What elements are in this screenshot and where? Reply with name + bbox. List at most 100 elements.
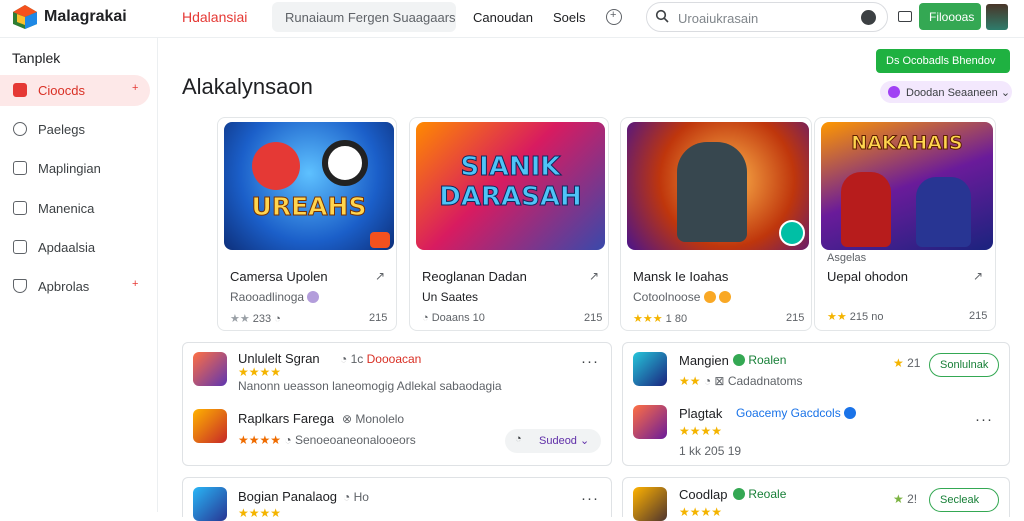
edit-icon <box>13 201 27 215</box>
search-icon <box>655 9 669 23</box>
nav-link-canoudan[interactable]: Canoudan <box>473 10 533 25</box>
more-options-icon[interactable]: ··· <box>975 411 993 428</box>
score-badge: ★ 2! <box>893 492 918 506</box>
top-bar: Malagrakai Hdalansiai Runaiaum Fergen Su… <box>0 0 1024 38</box>
tag-icon <box>13 122 27 136</box>
card-rating: ★★ 215 no <box>827 311 884 323</box>
app-icon <box>633 352 667 386</box>
warrior-art <box>677 142 747 242</box>
chevron-down-icon: ⌄ <box>1000 87 1011 99</box>
list-item-rating: ★★★★ <box>679 424 723 438</box>
card-title: Mansk Ie Ioahas <box>633 269 729 284</box>
app-list-panel: Mangien Roalen ★★ ◔ ⊠ Cadadnatoms ★ 21 S… <box>622 342 1010 466</box>
thumbnail-title: NAKAHAIS <box>851 132 963 155</box>
sidebar-item-label: Cioocds <box>38 83 85 98</box>
primary-action-button[interactable]: Ds Ocobadls Bhendov <box>876 49 1010 73</box>
app-brand-name: Malagrakai <box>44 8 127 25</box>
action-button[interactable]: Secleak <box>929 488 999 512</box>
card-rating: ★★★ 1 80 <box>633 313 688 325</box>
badge-icon <box>370 232 390 248</box>
install-button[interactable]: Filoooas <box>919 3 981 30</box>
list-item-title[interactable]: Plagtak <box>679 406 722 421</box>
apps-icon <box>13 161 27 175</box>
filter-icon <box>888 86 900 98</box>
list-item-title[interactable]: Mangien <box>679 353 729 368</box>
list-item-description: 1 kk 205 19 <box>679 444 742 458</box>
creature-art <box>252 142 300 190</box>
card-rating: ◔ Doaans 10 <box>422 312 485 324</box>
app-icon <box>633 487 667 521</box>
app-list-panel: Unlulelt Sgran ◔ 1c Doooacan ★★★★ Nanonn… <box>182 342 612 466</box>
add-circle-icon[interactable]: + <box>606 9 622 25</box>
cast-icon[interactable] <box>898 11 912 22</box>
filter-dropdown[interactable]: Doodan Seaaneen ⌄ <box>880 81 1012 103</box>
header-tag[interactable]: Hdalansiai <box>182 9 247 25</box>
list-item-rating: ★★ ◔ ⊠ Cadadnatoms <box>679 374 803 388</box>
list-item-title[interactable]: Unlulelt Sgran <box>238 351 320 366</box>
sidebar-item-label: Maplingian <box>38 161 101 176</box>
chat-icon: ◔ <box>515 433 522 445</box>
app-icon <box>633 405 667 439</box>
card-subtitle: Raooadlinoga <box>230 290 320 304</box>
arrow-icon[interactable]: ↗ <box>589 269 599 283</box>
list-item-title[interactable]: Coodlap <box>679 487 727 502</box>
list-item-note: Goacemy Gacdcols <box>736 406 857 420</box>
more-options-icon[interactable]: ··· <box>581 353 599 370</box>
sidebar-item-label: Paelegs <box>38 122 85 137</box>
game-thumbnail: NAKAHAIS <box>821 122 993 250</box>
card-rating: ★★ 233 ◔ <box>230 313 281 325</box>
header-search-chip[interactable]: Runaiaum Fergen Suaagaars <box>272 2 456 32</box>
card-size: 215 <box>369 312 388 324</box>
card-size: 215 <box>584 312 603 324</box>
search-box[interactable]: Uroaiukrasain <box>646 2 888 32</box>
search-placeholder: Uroaiukrasain <box>678 11 759 26</box>
sidebar-item-apdaalsia[interactable]: Apdaalsia <box>0 232 150 263</box>
sidebar-item-mark: + <box>132 82 139 94</box>
chip-button[interactable]: ◔ Sudeod ⌄ <box>505 429 601 453</box>
card-title: Camersa Upolen <box>230 269 328 284</box>
list-item-note: Reoale <box>733 487 786 501</box>
sidebar-item-maplingian[interactable]: Maplingian <box>0 153 150 184</box>
hero-art <box>916 177 971 247</box>
thumbnail-title: SIANIK DARASAH <box>439 152 582 213</box>
avatar[interactable] <box>986 4 1008 30</box>
voice-search-icon[interactable] <box>861 10 876 25</box>
featured-card[interactable]: UREAHS Camersa Upolen ↗ Raooadlinoga ★★ … <box>217 117 397 331</box>
arrow-icon[interactable]: ↗ <box>973 269 983 283</box>
list-item-title[interactable]: Raplkars Farega <box>238 411 334 426</box>
sidebar-item-label: Manenica <box>38 201 95 216</box>
card-size: 215 <box>969 310 988 322</box>
app-logo-icon <box>13 5 37 29</box>
list-item-rating: ★★★★ <box>238 365 282 379</box>
list-item-description: Nanonn ueasson laneomogig Adlekal sabaod… <box>238 379 502 393</box>
sidebar-item-cioocds[interactable]: Cioocds + <box>0 75 150 106</box>
list-item-note: Roalen <box>733 353 786 367</box>
featured-card[interactable]: Mansk Ie Ioahas Cotoolnoose ★★★ 1 80 215 <box>620 117 812 331</box>
list-item-note: ⊗ Monolelo <box>342 412 405 426</box>
nav-link-soels[interactable]: Soels <box>553 10 586 25</box>
more-options-icon[interactable]: ··· <box>581 490 599 507</box>
card-title: Reoglanan Dadan <box>422 269 527 284</box>
featured-card[interactable]: SIANIK DARASAH Reoglanan Dadan ↗ Un Saat… <box>409 117 609 331</box>
sidebar-item-paelegs[interactable]: Paelegs <box>0 114 150 145</box>
action-button[interactable]: Sonlulnak <box>929 353 999 377</box>
sidebar-item-manenica[interactable]: Manenica <box>0 193 150 224</box>
featured-card[interactable]: NAKAHAIS Asgelas Uepal ohodon ↗ ★★ 215 n… <box>814 117 996 331</box>
sidebar: Tanplek Cioocds + Paelegs Maplingian Man… <box>0 38 158 512</box>
shield-icon <box>13 279 27 293</box>
app-icon <box>193 409 227 443</box>
app-icon <box>193 352 227 386</box>
list-item-note: ◔ Ho <box>343 490 369 504</box>
list-item-title[interactable]: Bogian Panalaog <box>238 489 337 504</box>
list-item-tag: ◔ 1c Doooacan <box>340 352 422 366</box>
sidebar-item-apbrolas[interactable]: Apbrolas + <box>0 271 150 302</box>
arrow-icon[interactable]: ↗ <box>375 269 385 283</box>
sidebar-item-mark: + <box>132 278 139 290</box>
list-item-rating: ★★★★ <box>238 506 282 520</box>
eye-art <box>322 140 368 186</box>
thumbnail-title: UREAHS <box>251 192 367 222</box>
card-title: Uepal ohodon <box>827 269 908 284</box>
sidebar-item-label: Apbrolas <box>38 279 90 294</box>
app-icon <box>193 487 227 521</box>
app-list-panel: Coodlap Reoale ★★★★ ★ 2! Secleak <box>622 477 1010 521</box>
